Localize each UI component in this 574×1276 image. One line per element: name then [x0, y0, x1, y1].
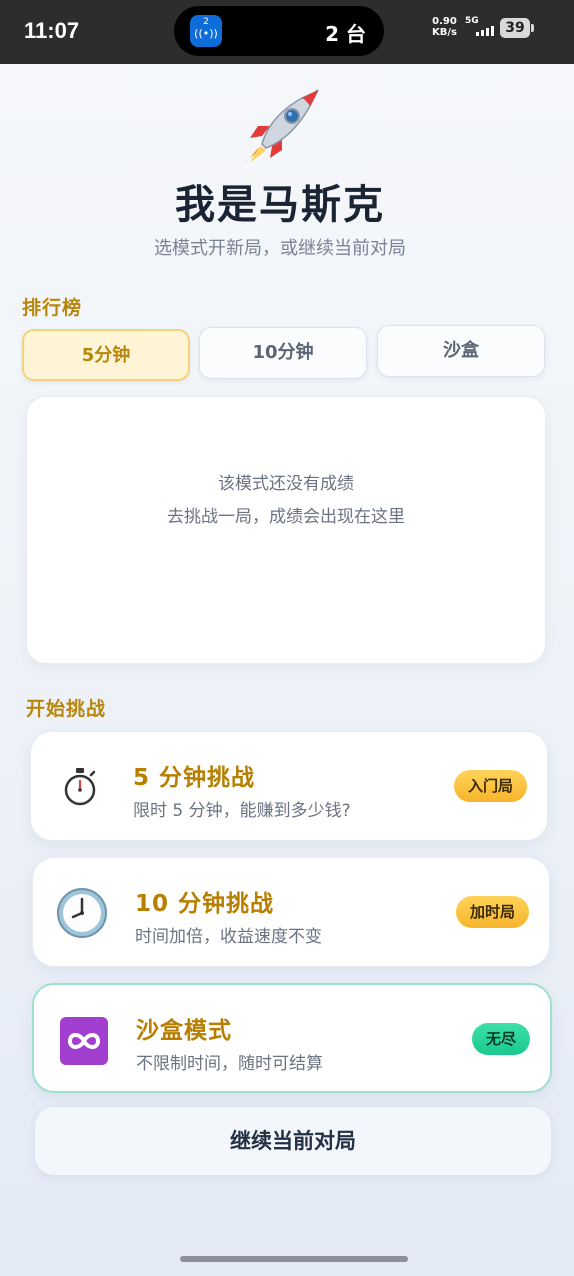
tab-sandbox[interactable]: 沙盒 [377, 325, 545, 377]
dynamic-island[interactable]: 2 ((•)) 2 台 [174, 6, 384, 56]
continue-game-button[interactable]: 继续当前对局 [34, 1106, 552, 1176]
challenge-badge: 入门局 [453, 770, 527, 802]
clock-icon [57, 888, 107, 938]
challenge-desc: 不限制时间，随时可结算 [136, 1054, 323, 1074]
broadcast-icon: ((•)) [194, 26, 218, 40]
status-time: 11:07 [24, 18, 80, 43]
challenge-desc: 时间加倍，收益速度不变 [135, 927, 322, 947]
tab-10-min[interactable]: 10分钟 [199, 327, 367, 379]
challenge-title: 沙盒模式 [136, 1018, 232, 1044]
net-speed: 0.90 KB/s [432, 16, 457, 38]
empty-message-hint: 去挑战一局，成绩会出现在这里 [167, 507, 405, 527]
rocket-icon [244, 89, 319, 164]
leaderboard-empty-card: 该模式还没有成绩 去挑战一局，成绩会出现在这里 [26, 396, 546, 664]
stopwatch-icon [64, 768, 96, 806]
challenge-title: 5 分钟挑战 [133, 765, 256, 791]
home-indicator[interactable] [180, 1256, 408, 1262]
empty-message-title: 该模式还没有成绩 [218, 474, 354, 494]
status-bar: 11:07 2 ((•)) 2 台 0.90 KB/s 5G 39 [0, 0, 574, 64]
signal-bars-icon [476, 26, 494, 36]
challenge-5-min[interactable]: 5 分钟挑战 限时 5 分钟，能赚到多少钱? 入门局 [30, 731, 548, 841]
island-app-icon[interactable]: 2 ((•)) [190, 15, 222, 47]
net-speed-unit: KB/s [432, 26, 457, 38]
challenge-badge: 无尽 [471, 1023, 530, 1055]
page-subtitle: 选模式开新局，或继续当前对局 [154, 238, 406, 259]
challenge-sandbox[interactable]: 沙盒模式 不限制时间，随时可结算 无尽 [32, 983, 552, 1093]
battery-icon: 39 [500, 18, 534, 38]
leaderboard-label: 排行榜 [22, 297, 83, 319]
battery-level: 39 [505, 20, 525, 36]
page-title: 我是马斯克 [175, 182, 385, 228]
tab-5-min[interactable]: 5分钟 [22, 329, 190, 381]
challenge-desc: 限时 5 分钟，能赚到多少钱? [133, 801, 351, 821]
challenge-10-min[interactable]: 10 分钟挑战 时间加倍，收益速度不变 加时局 [32, 857, 550, 967]
challenge-badge: 加时局 [455, 896, 529, 928]
net-speed-value: 0.90 [432, 16, 457, 27]
challenge-title: 10 分钟挑战 [135, 891, 275, 917]
infinity-icon [60, 1017, 108, 1065]
island-text: 2 台 [325, 22, 366, 46]
challenges-label: 开始挑战 [26, 698, 107, 720]
